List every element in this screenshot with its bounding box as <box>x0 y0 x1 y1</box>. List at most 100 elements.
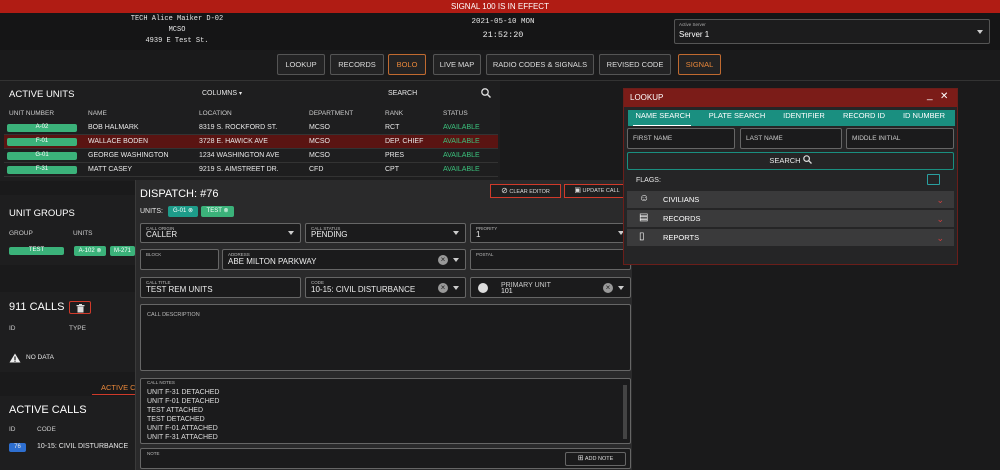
clear-icon[interactable]: × <box>438 255 448 265</box>
flags-label: FLAGS: <box>636 177 661 184</box>
chevron-down-icon <box>453 257 459 262</box>
primary-unit-select[interactable]: PRIMARY UNIT 101 × <box>470 277 631 298</box>
tab-record-id[interactable]: RECORD ID <box>839 111 889 124</box>
unit-name: MATT CASEY <box>88 166 133 173</box>
trash-icon <box>76 304 85 313</box>
units-search-label: SEARCH <box>388 90 418 97</box>
clipboard-icon: ▯ <box>639 231 645 242</box>
postal-field[interactable]: POSTAL <box>470 249 631 270</box>
call-origin-select[interactable]: CALL ORIGIN CALLER <box>140 223 301 243</box>
nav-radio-codes-button[interactable]: RADIO CODES & SIGNALS <box>486 54 594 75</box>
nav-lookup-button[interactable]: LOOKUP <box>277 54 325 75</box>
table-row[interactable]: F-01 WALLACE BODEN 3728 E. HAWICK AVE MC… <box>4 135 498 149</box>
call-description-field[interactable]: CALL DESCRIPTION <box>140 304 631 371</box>
nav-signal-button[interactable]: SIGNAL <box>678 54 721 75</box>
call-code[interactable]: 10-15: CIVIL DISTURBANCE <box>37 443 128 450</box>
attached-unit-label: TEST <box>206 208 222 214</box>
unit-rank: PRES <box>385 152 405 159</box>
first-name-input[interactable]: FIRST NAME <box>627 128 735 149</box>
note-line: UNIT F-31 ATTACHED <box>147 434 218 442</box>
clear-icon[interactable]: × <box>603 283 613 293</box>
update-call-button[interactable]: ▣ UPDATE CALL <box>564 184 630 198</box>
unit-status: AVAILABLE <box>443 124 480 131</box>
server-select[interactable]: Active Server Server 1 <box>674 19 990 44</box>
user-callsign: TECH Alice Maiker D-02 <box>130 15 224 23</box>
note-line: UNIT F-31 DETACHED <box>147 389 220 396</box>
close-icon[interactable]: ⊗ <box>223 208 228 214</box>
flags-list-icon[interactable] <box>927 174 940 185</box>
address-value: ABE MILTON PARKWAY <box>228 257 317 266</box>
accordion-civilians[interactable]: ☺ CIVILIANS ⌄ <box>627 191 954 208</box>
signal-banner: SIGNAL 100 IS IN EFFECT <box>0 0 1000 13</box>
nav-bolo-button[interactable]: BOLO <box>388 54 426 75</box>
close-icon[interactable]: ⊗ <box>96 248 101 254</box>
add-note-button[interactable]: ⊞ ADD NOTE <box>565 452 626 466</box>
address-select[interactable]: ADDRESS ABE MILTON PARKWAY × <box>222 249 466 270</box>
warning-icon <box>9 353 21 363</box>
block-field[interactable]: BLOCK <box>140 249 219 270</box>
clear-icon[interactable]: × <box>438 283 448 293</box>
unit-rank: RCT <box>385 124 400 131</box>
close-icon[interactable]: ✕ <box>940 91 948 102</box>
accordion-records[interactable]: ▤ RECORDS ⌄ <box>627 210 954 227</box>
active-calls-panel: ACTIVE CALLS ID CODE 76 10-15: CIVIL DIS… <box>0 396 135 470</box>
col-units: UNITS <box>73 230 93 237</box>
col-status[interactable]: STATUS <box>443 110 468 117</box>
calls-911-panel: 911 CALLS ID TYPE NO DATA <box>0 292 135 372</box>
search-icon[interactable] <box>481 88 491 98</box>
block-label: BLOCK <box>146 252 162 257</box>
current-date: 2021-05-10 MON <box>471 18 535 26</box>
note-input[interactable]: NOTE ⊞ ADD NOTE <box>140 448 631 469</box>
unit-name: BOB HALMARK <box>88 124 139 131</box>
ban-icon: ⊘ <box>501 186 508 195</box>
col-name[interactable]: NAME <box>88 110 107 117</box>
call-id-badge[interactable]: 76 <box>9 443 26 452</box>
middle-initial-input[interactable]: MIDDLE INITIAL <box>846 128 954 149</box>
scrollbar[interactable] <box>623 385 627 439</box>
last-name-input[interactable]: LAST NAME <box>740 128 842 149</box>
tab-name-search[interactable]: NAME SEARCH <box>632 111 694 124</box>
postal-label: POSTAL <box>476 252 494 257</box>
table-row[interactable]: A-02 BOB HALMARK 8319 S. ROCKFORD ST. MC… <box>4 121 498 135</box>
unit-department: CFD <box>309 166 324 173</box>
col-unit-number[interactable]: UNIT NUMBER <box>9 110 54 117</box>
call-notes-label: CALL NOTES <box>147 380 175 385</box>
call-status-select[interactable]: CALL STATUS PENDING <box>305 223 466 243</box>
nav-revised-code-button[interactable]: REVISED CODE <box>599 54 671 75</box>
col-department[interactable]: DEPARTMENT <box>309 110 353 117</box>
col-location[interactable]: LOCATION <box>199 110 232 117</box>
group-badge[interactable]: TEST <box>9 247 64 255</box>
delete-button[interactable] <box>69 301 91 314</box>
chevron-down-icon <box>453 285 459 290</box>
accordion-reports[interactable]: ▯ REPORTS ⌄ <box>627 229 954 246</box>
tab-id-number[interactable]: ID NUMBER <box>899 111 949 124</box>
unit-name: WALLACE BODEN <box>88 138 149 145</box>
unit-rank: DEP. CHIEF <box>385 138 424 145</box>
code-select[interactable]: CODE 10-15: CIVIL DISTURBANCE × <box>305 277 466 298</box>
table-row[interactable]: G-01 GEORGE WASHINGTON 1234 WASHINGTON A… <box>4 149 498 163</box>
col-rank[interactable]: RANK <box>385 110 403 117</box>
close-icon[interactable]: ⊗ <box>188 208 193 214</box>
table-row[interactable]: F-31 MATT CASEY 9219 S. AIMSTREET DR. CF… <box>4 163 498 177</box>
columns-toggle[interactable]: COLUMNS ▾ <box>202 90 242 97</box>
minimize-icon[interactable]: _ <box>927 90 933 101</box>
call-status-value: PENDING <box>311 230 348 239</box>
priority-select[interactable]: PRIORITY 1 <box>470 223 631 243</box>
tab-active-calls[interactable]: ACTIVE C <box>101 383 136 392</box>
no-data-text: NO DATA <box>26 354 54 361</box>
add-note-label: ADD NOTE <box>584 456 614 462</box>
user-agency: MCSO <box>168 26 186 34</box>
group-unit-label: A-102 <box>78 248 95 254</box>
tab-plate-search[interactable]: PLATE SEARCH <box>705 111 769 124</box>
tab-identifier[interactable]: IDENTIFIER <box>780 111 828 124</box>
chevron-down-icon: ⌄ <box>936 214 944 224</box>
units-label: UNITS: <box>140 208 163 215</box>
call-notes-list[interactable]: CALL NOTES UNIT F-31 DETACHED UNIT F-01 … <box>140 378 631 444</box>
nav-records-button[interactable]: RECORDS <box>330 54 384 75</box>
call-title-field[interactable]: CALL TITLE TEST REM UNITS <box>140 277 301 298</box>
nav-live-map-button[interactable]: LIVE MAP <box>433 54 481 75</box>
clear-editor-button[interactable]: ⊘ CLEAR EDITOR <box>490 184 561 198</box>
unit-badge: A-02 <box>7 124 77 132</box>
lookup-search-button[interactable]: SEARCH <box>627 152 954 170</box>
unit-badge: G-01 <box>7 152 77 160</box>
